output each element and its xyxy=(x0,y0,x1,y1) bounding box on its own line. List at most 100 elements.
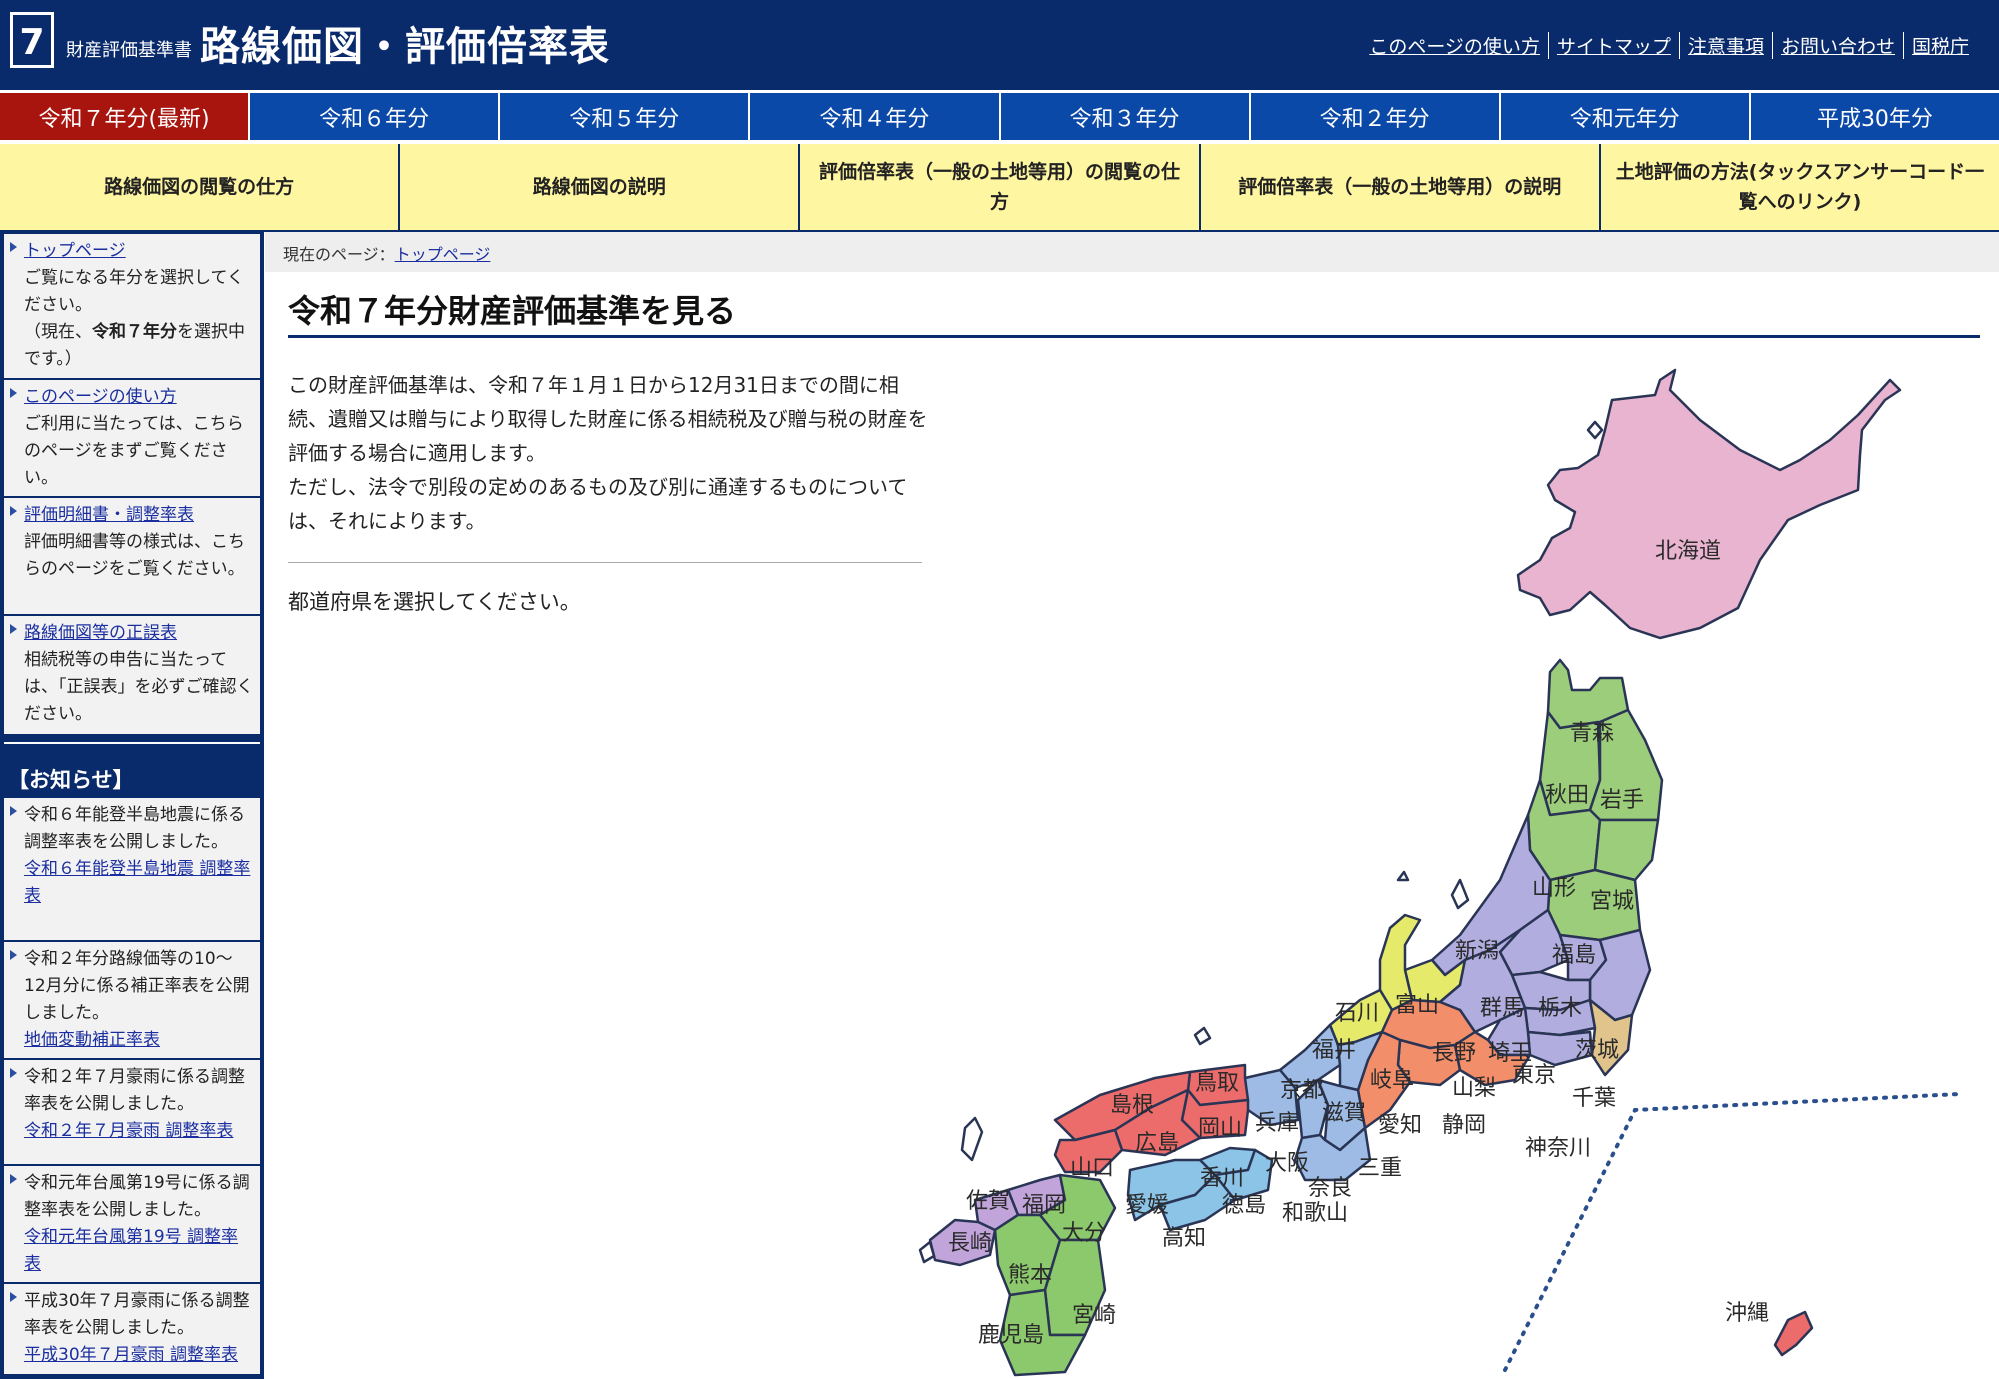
label-nagasaki[interactable]: 長崎 xyxy=(948,1231,992,1256)
notice-item: 令和６年能登半島地震に係る調整率表を公開しました。 令和６年能登半島地震 調整率… xyxy=(4,798,260,940)
breadcrumb: 現在のページ：トップページ xyxy=(283,241,490,265)
label-kagoshima[interactable]: 鹿児島 xyxy=(978,1323,1044,1348)
label-fukui[interactable]: 福井 xyxy=(1312,1038,1356,1063)
sidebar-link-top[interactable]: トップページ xyxy=(24,241,126,261)
breadcrumb-bar: 現在のページ：トップページ xyxy=(265,232,1999,272)
menu-multiplier-how-to-view[interactable]: 評価倍率表（一般の土地等用）の閲覧の仕方 xyxy=(800,144,1201,230)
label-tokushima[interactable]: 徳島 xyxy=(1222,1193,1266,1218)
label-kyoto[interactable]: 京都 xyxy=(1280,1078,1324,1103)
menu-land-valuation-method[interactable]: 土地評価の方法(タックスアンサーコード一覧へのリンク) xyxy=(1600,144,1999,230)
intro-paragraph-1: この財産評価基準は、令和７年１月１日から12月31日までの間に相続、遺贈又は贈与… xyxy=(288,373,928,465)
label-saga[interactable]: 佐賀 xyxy=(966,1189,1010,1214)
label-osaka[interactable]: 大阪 xyxy=(1265,1151,1309,1176)
tab-heisei30[interactable]: 平成30年分 xyxy=(1750,90,1999,140)
tab-reiwa2[interactable]: 令和２年分 xyxy=(1250,90,1501,140)
label-kochi[interactable]: 高知 xyxy=(1162,1226,1206,1251)
menu-route-price-how-to-view[interactable]: 路線価図の閲覧の仕方 xyxy=(0,144,401,230)
notice-link[interactable]: 令和元年台風第19号 調整率表 xyxy=(24,1227,238,1274)
label-kumamoto[interactable]: 熊本 xyxy=(1008,1263,1052,1288)
label-shizuoka[interactable]: 静岡 xyxy=(1442,1113,1486,1138)
label-kanagawa[interactable]: 神奈川 xyxy=(1525,1136,1591,1161)
notice-text: 令和２年７月豪雨に係る調整率表を公開しました。 xyxy=(24,1067,245,1114)
label-tokyo[interactable]: 東京 xyxy=(1512,1063,1556,1088)
label-mie[interactable]: 三重 xyxy=(1358,1156,1402,1181)
label-toyama[interactable]: 富山 xyxy=(1395,993,1439,1018)
link-sitemap[interactable]: サイトマップ xyxy=(1547,32,1679,59)
island-tsushima xyxy=(960,1116,984,1162)
breadcrumb-prefix: 現在のページ： xyxy=(283,245,395,264)
label-wakayama[interactable]: 和歌山 xyxy=(1282,1201,1348,1226)
tab-reiwa6[interactable]: 令和６年分 xyxy=(250,90,501,140)
label-hiroshima[interactable]: 広島 xyxy=(1135,1131,1179,1156)
sidebar-item-forms: 評価明細書・調整率表 評価明細書等の様式は、こちらのページをご覧ください。 xyxy=(4,498,260,614)
label-yamaguchi[interactable]: 山口 xyxy=(1070,1156,1114,1181)
notice-text: 令和６年能登半島地震に係る調整率表を公開しました。 xyxy=(24,805,245,852)
label-ibaraki[interactable]: 茨城 xyxy=(1575,1038,1619,1063)
label-okinawa[interactable]: 沖縄 xyxy=(1725,1301,1769,1326)
notice-link[interactable]: 令和２年７月豪雨 調整率表 xyxy=(24,1121,233,1141)
notice-link[interactable]: 地価変動補正率表 xyxy=(24,1030,160,1050)
sidebar-link-how-to[interactable]: このページの使い方 xyxy=(24,387,177,407)
label-gifu[interactable]: 岐阜 xyxy=(1370,1068,1414,1093)
label-aomori[interactable]: 青森 xyxy=(1570,721,1614,746)
menu-multiplier-explanation[interactable]: 評価倍率表（一般の土地等用）の説明 xyxy=(1200,144,1601,230)
label-aichi[interactable]: 愛知 xyxy=(1378,1113,1422,1138)
label-akita[interactable]: 秋田 xyxy=(1545,783,1589,808)
tab-reiwa7[interactable]: 令和７年分(最新) xyxy=(0,90,251,140)
label-ehime[interactable]: 愛媛 xyxy=(1125,1193,1169,1218)
pref-hokkaido[interactable] xyxy=(1516,368,1902,640)
label-hokkaido[interactable]: 北海道 xyxy=(1655,539,1721,564)
label-yamanashi[interactable]: 山梨 xyxy=(1452,1076,1496,1101)
title-underline xyxy=(288,335,1980,338)
label-nara[interactable]: 奈良 xyxy=(1308,1176,1352,1201)
label-nagano[interactable]: 長野 xyxy=(1432,1041,1476,1066)
label-miyagi[interactable]: 宮城 xyxy=(1590,889,1634,914)
label-yamagata[interactable]: 山形 xyxy=(1532,876,1576,901)
label-oita[interactable]: 大分 xyxy=(1062,1221,1106,1246)
link-notes[interactable]: 注意事項 xyxy=(1678,32,1772,59)
intro-paragraph-2: ただし、法令で別段の定めのあるもの及び別に通達するものについては、それによります… xyxy=(288,475,908,533)
label-tochigi[interactable]: 栃木 xyxy=(1538,996,1582,1021)
island-goto xyxy=(918,1240,936,1264)
notice-link[interactable]: 平成30年７月豪雨 調整率表 xyxy=(24,1345,238,1365)
label-ishikawa[interactable]: 石川 xyxy=(1335,1001,1379,1026)
label-okayama[interactable]: 岡山 xyxy=(1198,1116,1242,1141)
label-fukushima[interactable]: 福島 xyxy=(1552,943,1596,968)
tab-reiwa3[interactable]: 令和３年分 xyxy=(1000,90,1251,140)
page-title: 令和７年分財産評価基準を見る xyxy=(288,292,737,330)
pref-okinawa[interactable] xyxy=(1773,1310,1814,1357)
sidebar-item-text: 相続税等の申告に当たっては、「正誤表」を必ずご確認ください。 xyxy=(24,650,254,724)
label-shiga[interactable]: 滋賀 xyxy=(1322,1101,1366,1126)
breadcrumb-current[interactable]: トップページ xyxy=(395,245,491,264)
label-shimane[interactable]: 島根 xyxy=(1110,1093,1154,1118)
label-tottori[interactable]: 鳥取 xyxy=(1195,1071,1239,1096)
notice-heading: 【お知らせ】 xyxy=(8,768,134,792)
label-miyazaki[interactable]: 宮崎 xyxy=(1072,1303,1116,1328)
label-fukuoka[interactable]: 福岡 xyxy=(1022,1193,1066,1218)
tab-reiwa1[interactable]: 令和元年分 xyxy=(1500,90,1751,140)
notice-link[interactable]: 令和６年能登半島地震 調整率表 xyxy=(24,859,250,906)
year-tabs: 令和７年分(最新) 令和６年分 令和５年分 令和４年分 令和３年分 令和２年分 … xyxy=(0,90,1999,140)
intro-text: この財産評価基準は、令和７年１月１日から12月31日までの間に相続、遺贈又は贈与… xyxy=(288,368,928,538)
link-contact[interactable]: お問い合わせ xyxy=(1771,32,1903,59)
sidebar-item-top: トップページ ご覧になる年分を選択してください。 （現在、令和７年分を選択中です… xyxy=(4,234,260,378)
label-gunma[interactable]: 群馬 xyxy=(1480,996,1524,1021)
label-chiba[interactable]: 千葉 xyxy=(1572,1086,1616,1111)
main-menu: 路線価図の閲覧の仕方 路線価図の説明 評価倍率表（一般の土地等用）の閲覧の仕方 … xyxy=(0,144,1999,230)
site-title: 路線価図・評価倍率表 xyxy=(200,24,610,70)
sidebar-link-errata[interactable]: 路線価図等の正誤表 xyxy=(24,623,177,643)
bullet-triangle-icon xyxy=(10,624,17,634)
label-niigata[interactable]: 新潟 xyxy=(1455,939,1499,964)
link-how-to-use[interactable]: このページの使い方 xyxy=(1361,32,1548,59)
island-noto xyxy=(1396,870,1410,882)
tab-reiwa4[interactable]: 令和４年分 xyxy=(750,90,1001,140)
pref-miyagi[interactable] xyxy=(1593,818,1660,882)
sidebar-link-forms[interactable]: 評価明細書・調整率表 xyxy=(24,505,194,525)
link-nta[interactable]: 国税庁 xyxy=(1902,32,1977,59)
label-hyogo[interactable]: 兵庫 xyxy=(1255,1111,1299,1136)
sidebar-item-text: ご利用に当たっては、こちらのページをまずご覧ください。 xyxy=(24,414,244,488)
label-kagawa[interactable]: 香川 xyxy=(1200,1166,1244,1191)
label-iwate[interactable]: 岩手 xyxy=(1600,788,1644,813)
tab-reiwa5[interactable]: 令和５年分 xyxy=(500,90,751,140)
menu-route-price-explanation[interactable]: 路線価図の説明 xyxy=(400,144,801,230)
